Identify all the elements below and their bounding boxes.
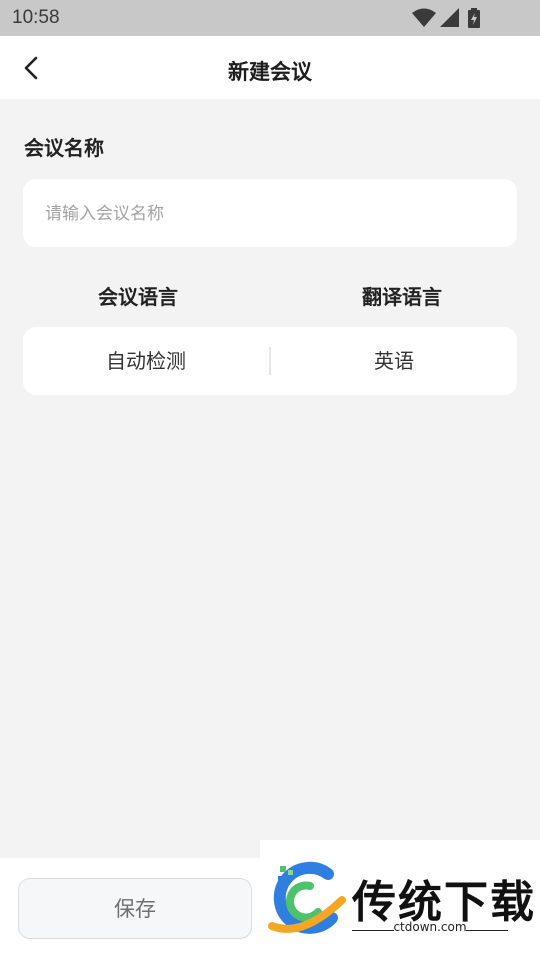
app-header: 新建会议 — [0, 36, 540, 99]
watermark-url: ctdown.com — [393, 920, 467, 934]
wifi-icon — [412, 8, 436, 27]
meeting-language-label: 会议语言 — [98, 285, 178, 309]
language-selector: 自动检测 英语 — [23, 327, 517, 395]
status-time: 10:58 — [12, 7, 60, 28]
meeting-name-input[interactable] — [43, 179, 507, 249]
ctdown-logo-icon — [268, 861, 346, 934]
save-button[interactable]: 保存 — [18, 878, 252, 939]
translation-language-label: 翻译语言 — [362, 285, 442, 309]
watermark-rule-right — [466, 930, 508, 931]
status-bar: 10:58 — [0, 0, 540, 36]
signal-icon — [440, 8, 459, 27]
translation-language-select[interactable]: 英语 — [271, 327, 517, 395]
page-title: 新建会议 — [228, 60, 312, 84]
meeting-language-select[interactable]: 自动检测 — [23, 327, 269, 395]
meeting-name-label: 会议名称 — [24, 136, 104, 160]
watermark: 传统下载 ctdown.com — [260, 840, 540, 960]
battery-charging-icon — [468, 8, 480, 28]
meeting-name-field — [23, 179, 517, 249]
